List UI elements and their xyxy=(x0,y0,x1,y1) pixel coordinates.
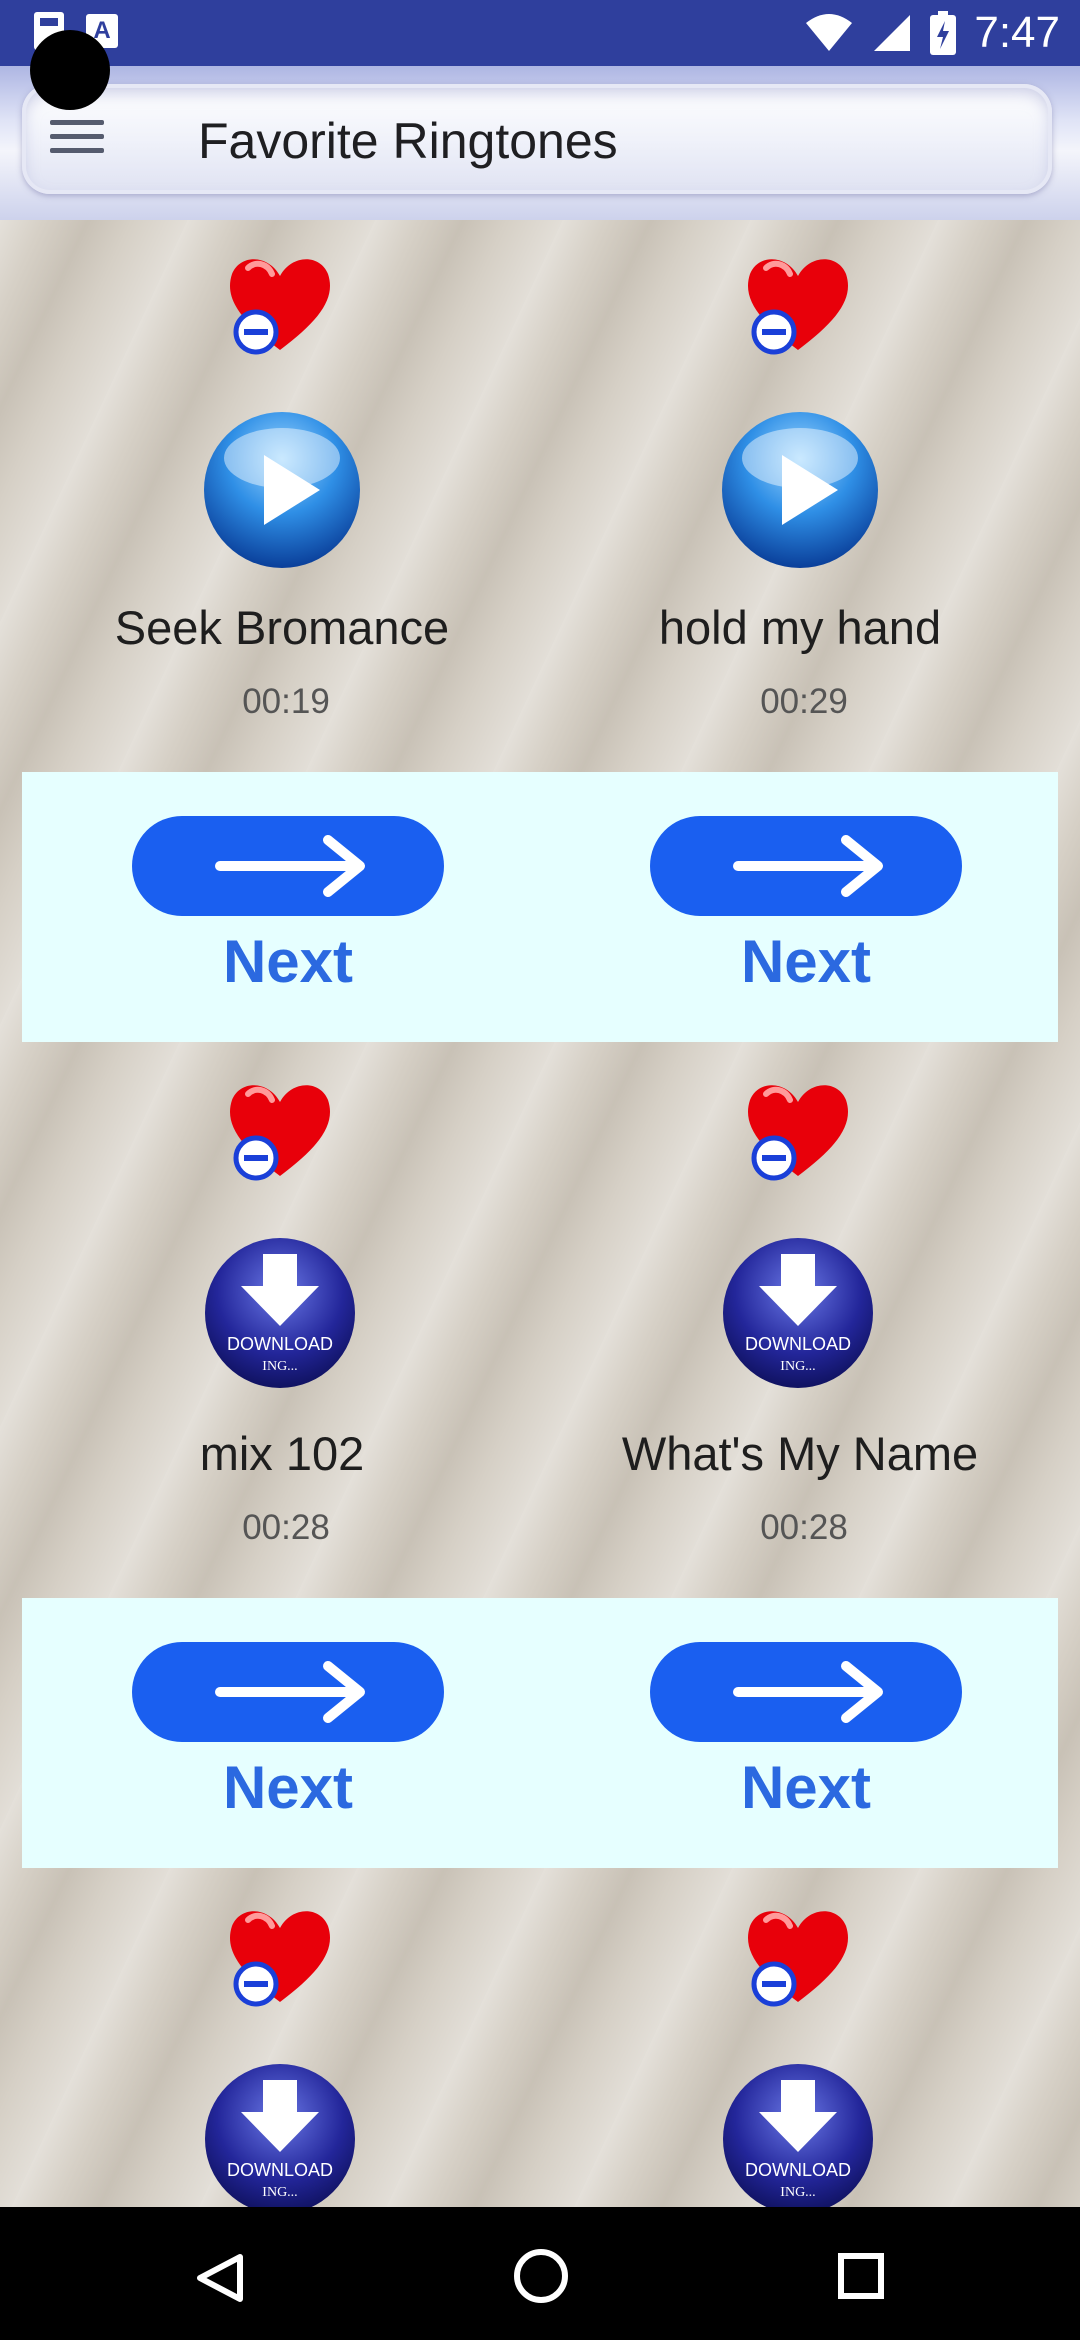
ringtone-title: Seek Bromance xyxy=(114,601,450,654)
play-button[interactable] xyxy=(202,410,362,570)
svg-text:ING...: ING... xyxy=(780,1359,815,1374)
ringtone-title: hold my hand xyxy=(658,601,942,654)
next-label: Next xyxy=(741,928,871,995)
svg-text:ING...: ING... xyxy=(780,2185,815,2200)
next-button[interactable]: Next xyxy=(646,810,966,1000)
svg-text:DOWNLOAD: DOWNLOAD xyxy=(745,1334,851,1354)
favorite-remove-icon[interactable] xyxy=(220,250,340,360)
wifi-icon xyxy=(806,14,853,51)
home-circle-icon[interactable] xyxy=(512,2247,570,2305)
play-button[interactable] xyxy=(720,410,880,570)
clock: 7:47 xyxy=(974,8,1060,57)
ringtone-duration: 00:19 xyxy=(242,682,330,721)
favorite-remove-icon[interactable] xyxy=(738,1076,858,1186)
svg-text:DOWNLOAD: DOWNLOAD xyxy=(745,2160,851,2180)
ringtone-title: What's My Name xyxy=(621,1427,979,1480)
ringtone-title: mix 102 xyxy=(199,1427,365,1480)
camera-cutout xyxy=(30,30,110,110)
download-button[interactable]: DOWNLOAD ING... xyxy=(203,1236,357,1390)
svg-text:ING...: ING... xyxy=(262,1359,297,1374)
back-triangle-icon[interactable] xyxy=(192,2251,246,2305)
next-label: Next xyxy=(223,1754,353,1821)
page-title: Favorite Ringtones xyxy=(198,113,618,169)
battery-charging-icon xyxy=(930,11,957,55)
status-bar: A 7:47 xyxy=(0,0,1080,66)
ringtone-list[interactable]: Seek Bromance 00:19 hold my hand 00:29 N… xyxy=(0,220,1080,2207)
recents-square-icon[interactable] xyxy=(836,2251,886,2301)
favorite-remove-icon[interactable] xyxy=(220,1076,340,1186)
ringtone-duration: 00:28 xyxy=(242,1508,330,1547)
svg-text:DOWNLOAD: DOWNLOAD xyxy=(227,1334,333,1354)
next-label: Next xyxy=(741,1754,871,1821)
svg-text:DOWNLOAD: DOWNLOAD xyxy=(227,2160,333,2180)
download-button[interactable]: DOWNLOAD ING... xyxy=(721,1236,875,1390)
download-button[interactable]: DOWNLOAD ING... xyxy=(721,2062,875,2207)
next-button[interactable]: Next xyxy=(128,810,448,1000)
favorite-remove-icon[interactable] xyxy=(738,1902,858,2012)
signal-icon xyxy=(874,15,911,51)
favorite-remove-icon[interactable] xyxy=(738,250,858,360)
next-label: Next xyxy=(223,928,353,995)
download-button[interactable]: DOWNLOAD ING... xyxy=(203,2062,357,2207)
navigation-bar xyxy=(0,2207,1080,2340)
next-button[interactable]: Next xyxy=(646,1636,966,1826)
hamburger-menu-icon[interactable] xyxy=(50,120,104,160)
next-button[interactable]: Next xyxy=(128,1636,448,1826)
favorite-remove-icon[interactable] xyxy=(220,1902,340,2012)
ringtone-duration: 00:28 xyxy=(760,1508,848,1547)
svg-text:ING...: ING... xyxy=(262,2185,297,2200)
ringtone-duration: 00:29 xyxy=(760,682,848,721)
